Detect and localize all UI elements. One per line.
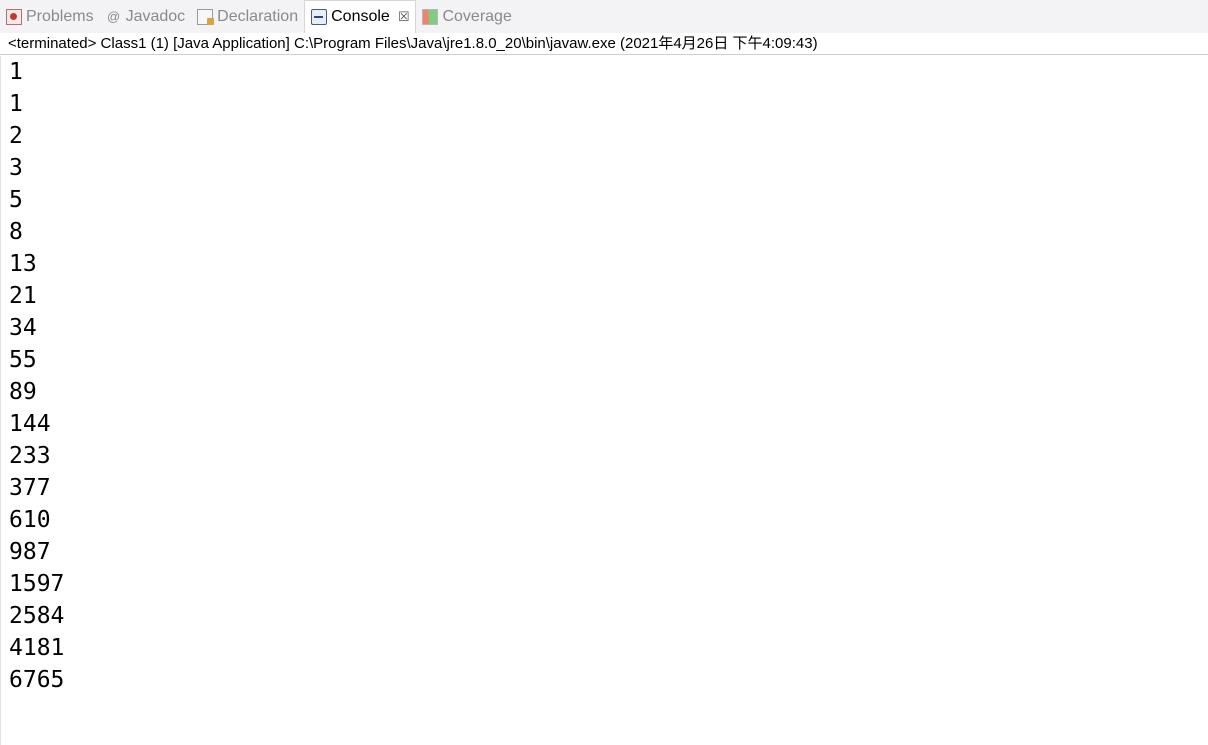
console-line: 21 (9, 283, 37, 309)
console-line: 55 (9, 347, 37, 373)
process-status-line: <terminated> Class1 (1) [Java Applicatio… (0, 33, 1208, 55)
tab-console-label: Console (331, 8, 390, 25)
console-line: 6765 (9, 667, 65, 693)
console-line: 2584 (9, 603, 65, 629)
console-line: 8 (9, 219, 23, 245)
console-line: 1 (9, 59, 23, 85)
console-line: 233 (9, 443, 51, 469)
console-line: 2 (9, 123, 23, 149)
tab-declaration[interactable]: Declaration (191, 0, 304, 33)
console-line: 1 (9, 91, 23, 117)
console-line: 987 (9, 539, 51, 565)
console-line: 144 (9, 411, 51, 437)
coverage-icon (422, 8, 439, 25)
console-line: 1597 (9, 571, 65, 597)
tab-problems-label: Problems (26, 7, 94, 25)
at-icon: @ (106, 8, 121, 24)
tab-javadoc-label: Javadoc (125, 7, 186, 25)
console-line: 89 (9, 379, 37, 405)
console-output[interactable]: 1 1 2 3 5 8 13 21 34 55 89 144 233 377 610 987 1597 2584 4… (0, 56, 1208, 745)
console-line: 4181 (9, 635, 65, 661)
tab-problems[interactable]: Problems (0, 0, 100, 33)
tab-coverage-label: Coverage (442, 7, 512, 25)
tab-coverage[interactable]: Coverage (416, 0, 517, 33)
view-tab-bar: Problems @ Javadoc Declaration Console ☒… (0, 0, 1208, 33)
console-view: Problems @ Javadoc Declaration Console ☒… (0, 0, 1208, 745)
tab-console[interactable]: Console ☒ (304, 0, 417, 33)
console-icon (311, 9, 328, 25)
tab-javadoc[interactable]: @ Javadoc (100, 0, 192, 33)
tab-declaration-label: Declaration (217, 7, 299, 25)
console-line: 34 (9, 315, 37, 341)
close-icon[interactable]: ☒ (398, 9, 410, 25)
console-line: 377 (9, 475, 51, 501)
console-line: 13 (9, 251, 37, 277)
console-line: 5 (9, 187, 23, 213)
problems-icon (6, 8, 22, 25)
console-line: 610 (9, 507, 51, 533)
declaration-icon (197, 8, 215, 25)
console-line: 3 (9, 155, 23, 181)
